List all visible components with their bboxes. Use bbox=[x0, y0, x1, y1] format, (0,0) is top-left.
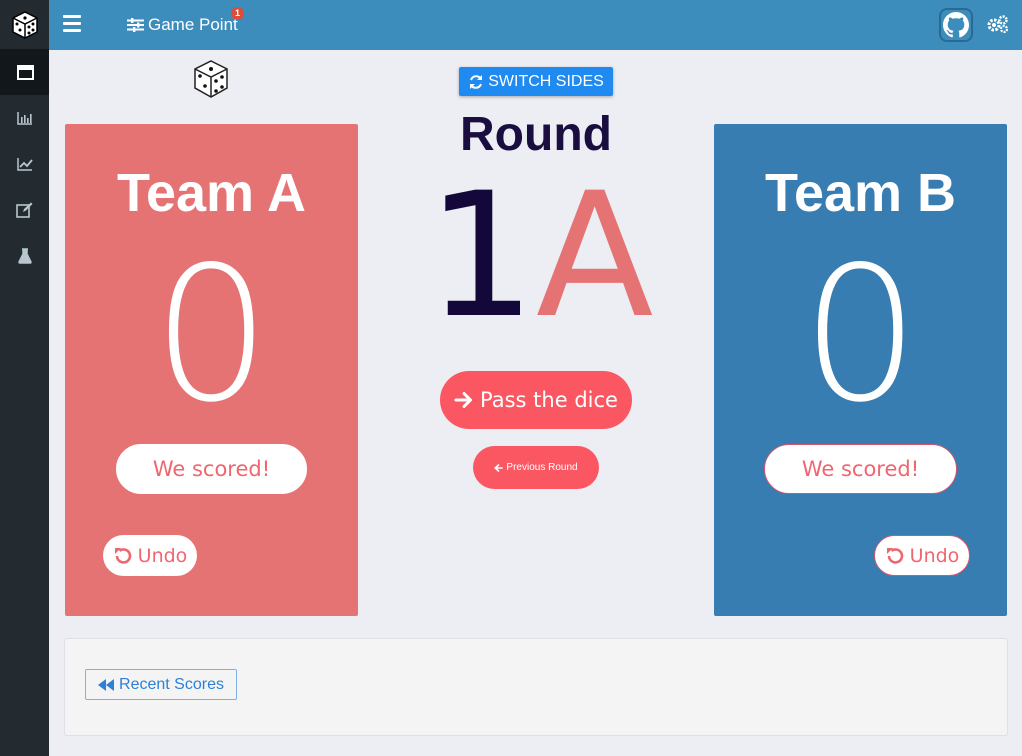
recent-scores-button[interactable]: Recent Scores bbox=[85, 669, 237, 700]
game-point-label: Game Point bbox=[148, 15, 238, 34]
team-a-panel: Team A 0 We scored! Undo bbox=[65, 124, 358, 616]
top-navbar: Game Point 1 bbox=[49, 0, 1022, 50]
sidebar-item-lab[interactable] bbox=[0, 233, 49, 279]
round-title: Round bbox=[460, 108, 612, 161]
sidebar-item-trends[interactable] bbox=[0, 141, 49, 187]
undo-icon bbox=[114, 547, 131, 564]
dice-image-icon bbox=[193, 60, 229, 103]
team-b-undo-button[interactable]: Undo bbox=[874, 535, 970, 576]
team-a-name: Team A bbox=[116, 163, 307, 223]
game-point-menu[interactable]: Game Point bbox=[127, 14, 238, 36]
pass-dice-label: Pass the dice bbox=[480, 388, 618, 412]
window-icon bbox=[17, 64, 34, 80]
round-number: 1 bbox=[426, 155, 536, 356]
github-button[interactable] bbox=[939, 8, 973, 42]
recent-scores-card: Recent Scores bbox=[64, 638, 1008, 736]
team-b-scored-button[interactable]: We scored! bbox=[764, 444, 957, 494]
settings-cogs-icon[interactable] bbox=[987, 14, 1009, 36]
team-a-score: 0 bbox=[152, 226, 271, 443]
team-b-score: 0 bbox=[801, 226, 920, 443]
flask-icon bbox=[17, 248, 32, 264]
round-indicator: 1A bbox=[420, 170, 660, 342]
team-b-undo-label: Undo bbox=[909, 544, 960, 567]
hamburger-menu-icon[interactable] bbox=[63, 15, 81, 35]
undo-icon bbox=[886, 547, 903, 564]
switch-sides-label: SWITCH SIDES bbox=[488, 72, 604, 90]
arrow-left-icon bbox=[494, 463, 504, 472]
sidebar bbox=[0, 0, 49, 756]
github-icon bbox=[943, 12, 969, 38]
sidebar-item-stats[interactable] bbox=[0, 95, 49, 141]
recent-scores-label: Recent Scores bbox=[119, 675, 224, 693]
team-a-undo-label: Undo bbox=[137, 544, 188, 567]
team-a-scored-button[interactable]: We scored! bbox=[116, 444, 307, 494]
round-side: A bbox=[535, 155, 654, 356]
sidebar-item-scoreboard[interactable] bbox=[0, 49, 49, 95]
sidebar-item-edit[interactable] bbox=[0, 187, 49, 233]
arrow-right-icon bbox=[454, 392, 473, 408]
line-chart-icon bbox=[16, 158, 33, 171]
notification-badge: 1 bbox=[231, 7, 244, 20]
dice-logo-icon[interactable] bbox=[0, 0, 49, 50]
previous-round-label: Previous Round bbox=[506, 462, 578, 473]
refresh-icon bbox=[470, 74, 483, 89]
sliders-icon bbox=[127, 18, 144, 32]
team-a-undo-button[interactable]: Undo bbox=[103, 535, 197, 576]
previous-round-button[interactable]: Previous Round bbox=[473, 446, 599, 489]
edit-icon bbox=[16, 202, 33, 218]
team-b-panel: Team B 0 We scored! Undo bbox=[714, 124, 1007, 616]
switch-sides-button[interactable]: SWITCH SIDES bbox=[459, 67, 613, 96]
backward-icon bbox=[98, 678, 115, 691]
bar-chart-icon bbox=[16, 112, 32, 125]
team-b-name: Team B bbox=[764, 163, 957, 223]
pass-dice-button[interactable]: Pass the dice bbox=[440, 371, 632, 429]
